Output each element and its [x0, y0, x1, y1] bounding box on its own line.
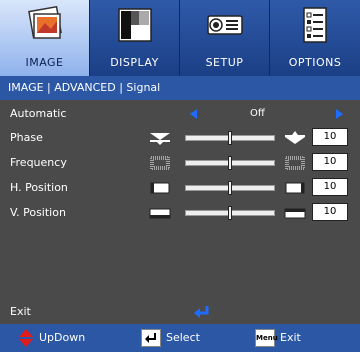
tab-label: IMAGE	[25, 56, 64, 69]
frequency-thumb[interactable]	[228, 156, 232, 170]
footer-exit-label: Exit	[280, 331, 301, 344]
exit-row[interactable]: Exit	[0, 302, 360, 322]
exit-label: Exit	[10, 305, 31, 318]
footer-bar: UpDown Select Menu Exit	[0, 324, 360, 352]
tab-options[interactable]: OPTIONS	[270, 0, 360, 76]
tab-display[interactable]: DISPLAY	[90, 0, 180, 76]
automatic-label: Automatic	[10, 107, 67, 120]
menu-key-icon: Menu	[255, 329, 278, 347]
tab-label: SETUP	[205, 56, 244, 69]
phase-decrease-icon[interactable]	[148, 130, 172, 146]
tab-bar: IMAGE DISPLAY SETUP OPTIONS	[0, 0, 360, 76]
right-arrow-icon[interactable]	[336, 109, 343, 119]
h-position-value: 10	[312, 178, 348, 196]
phase-row[interactable]: Phase 10	[0, 128, 360, 148]
tab-image[interactable]: IMAGE	[0, 0, 90, 76]
h-position-thumb[interactable]	[228, 181, 232, 195]
breadcrumb: IMAGE | ADVANCED | Signal	[0, 76, 360, 100]
v-position-decrease-icon[interactable]	[148, 205, 172, 221]
updown-icon	[19, 329, 33, 347]
phase-value: 10	[312, 128, 348, 146]
v-position-value: 10	[312, 203, 348, 221]
projector-icon	[206, 15, 243, 35]
updown-label: UpDown	[39, 331, 86, 344]
frequency-value: 10	[312, 153, 348, 171]
h-position-increase-icon[interactable]	[283, 180, 307, 196]
automatic-row[interactable]: Automatic Off	[0, 104, 360, 124]
h-position-decrease-icon[interactable]	[148, 180, 172, 196]
select-key-icon	[141, 329, 161, 347]
automatic-value: Off	[250, 108, 265, 119]
v-position-increase-icon[interactable]	[283, 205, 307, 221]
select-label: Select	[166, 331, 200, 344]
phase-thumb[interactable]	[228, 131, 232, 145]
osd-menu: IMAGE DISPLAY SETUP OPTIONS IMAGE | ADVA…	[0, 0, 360, 352]
frequency-row[interactable]: Frequency 10	[0, 153, 360, 173]
h-position-row[interactable]: H. Position 10	[0, 178, 360, 198]
v-position-thumb[interactable]	[228, 206, 232, 220]
phase-increase-icon[interactable]	[283, 130, 307, 146]
v-position-label: V. Position	[10, 206, 66, 219]
enter-icon[interactable]	[193, 304, 211, 320]
options-icon	[303, 7, 327, 43]
display-icon	[117, 8, 152, 42]
tab-label: DISPLAY	[110, 56, 159, 69]
v-position-row[interactable]: V. Position 10	[0, 203, 360, 223]
tab-setup[interactable]: SETUP	[180, 0, 270, 76]
frequency-label: Frequency	[10, 156, 67, 169]
frequency-increase-icon[interactable]	[283, 155, 307, 171]
h-position-label: H. Position	[10, 181, 68, 194]
phase-label: Phase	[10, 131, 43, 144]
image-icon	[27, 6, 62, 39]
tab-label: OPTIONS	[288, 56, 342, 69]
left-arrow-icon[interactable]	[190, 109, 197, 119]
frequency-decrease-icon[interactable]	[148, 155, 172, 171]
